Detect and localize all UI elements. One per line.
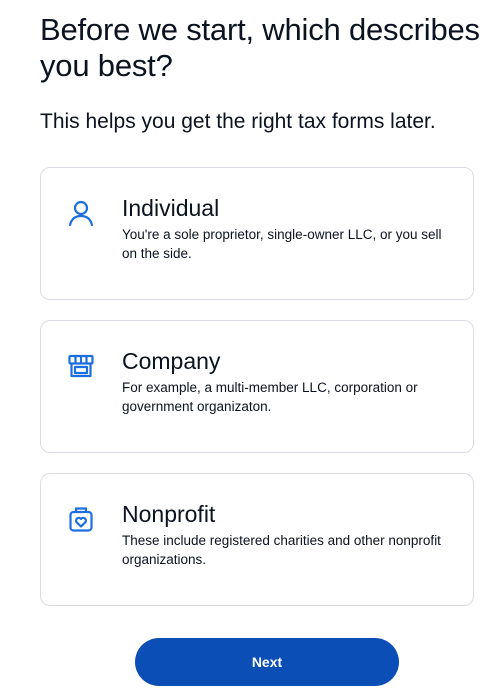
option-description: You're a sole proprietor, single-owner L… <box>122 227 442 261</box>
option-description: These include registered charities and o… <box>122 533 441 567</box>
next-button[interactable]: Next <box>135 638 399 686</box>
charity-heart-icon <box>65 503 97 535</box>
option-title: Individual <box>122 195 220 221</box>
business-type-page: Before we start, which describes you bes… <box>0 0 504 689</box>
option-individual[interactable]: Individual You're a sole proprietor, sin… <box>40 167 474 300</box>
storefront-icon <box>65 350 97 382</box>
option-company[interactable]: Company For example, a multi-member LLC,… <box>40 320 474 453</box>
option-title: Company <box>122 348 221 374</box>
page-title: Before we start, which describes you bes… <box>40 12 480 83</box>
page-subtitle: This helps you get the right tax forms l… <box>40 110 436 133</box>
option-title: Nonprofit <box>122 501 216 527</box>
option-description: For example, a multi-member LLC, corpora… <box>122 380 418 414</box>
person-icon <box>65 197 97 229</box>
option-nonprofit[interactable]: Nonprofit These include registered chari… <box>40 473 474 606</box>
